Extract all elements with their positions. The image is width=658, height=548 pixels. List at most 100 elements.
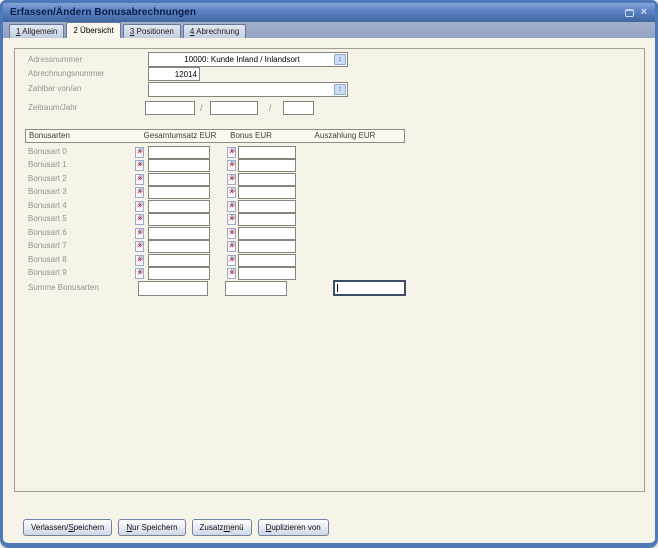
clear-bonus-icon[interactable]: ✕ xyxy=(227,268,236,279)
x-glyph: ✕ xyxy=(229,270,235,277)
summe-auszahlung-input-focused[interactable] xyxy=(333,280,406,296)
zeitraum-separator: / xyxy=(269,102,272,115)
x-glyph: ✕ xyxy=(229,216,235,223)
x-glyph: ✕ xyxy=(229,149,235,156)
x-glyph: ✕ xyxy=(229,203,235,210)
clear-bonus-icon[interactable]: ✕ xyxy=(227,147,236,158)
bonus-input[interactable] xyxy=(238,213,296,226)
clear-gesamtumsatz-icon[interactable]: ✕ xyxy=(135,147,144,158)
bonus-input[interactable] xyxy=(238,240,296,253)
bonusart-row-label: Bonusart 5 xyxy=(28,214,67,223)
abrechnungsnummer-input[interactable] xyxy=(148,67,200,81)
bonus-input[interactable] xyxy=(238,159,296,172)
clear-bonus-icon[interactable]: ✕ xyxy=(227,187,236,198)
clear-gesamtumsatz-icon[interactable]: ✕ xyxy=(135,268,144,279)
bonus-input[interactable] xyxy=(238,186,296,199)
summe-bonus-input[interactable] xyxy=(225,281,287,296)
gesamtumsatz-input[interactable] xyxy=(148,146,210,159)
summe-label: Summe Bonusarten xyxy=(28,283,99,292)
gesamtumsatz-input[interactable] xyxy=(148,200,210,213)
bonusart-row-label: Bonusart 7 xyxy=(28,241,67,250)
gesamtumsatz-input[interactable] xyxy=(148,159,210,172)
zahlbar-combobox[interactable]: ↕ xyxy=(148,82,348,97)
gesamtumsatz-input[interactable] xyxy=(148,227,210,240)
tab-allgemein[interactable]: 1 Allgemein xyxy=(9,24,64,38)
button-text: uplizieren von xyxy=(271,523,320,532)
gesamtumsatz-input[interactable] xyxy=(148,186,210,199)
text-cursor xyxy=(337,284,338,292)
gesamtumsatz-input[interactable] xyxy=(148,254,210,267)
clear-gesamtumsatz-icon[interactable]: ✕ xyxy=(135,228,144,239)
zeitraum-bis-input[interactable] xyxy=(210,101,258,115)
bonus-input[interactable] xyxy=(238,146,296,159)
clear-gesamtumsatz-icon[interactable]: ✕ xyxy=(135,214,144,225)
x-glyph: ✕ xyxy=(229,189,235,196)
clear-gesamtumsatz-icon[interactable]: ✕ xyxy=(135,255,144,266)
restore-icon[interactable] xyxy=(625,9,634,17)
tab-label: Abrechnung xyxy=(194,27,239,36)
x-glyph: ✕ xyxy=(137,270,143,277)
clear-gesamtumsatz-icon[interactable]: ✕ xyxy=(135,241,144,252)
tab-uebersicht[interactable]: 2 Übersicht xyxy=(66,22,120,38)
x-glyph: ✕ xyxy=(137,243,143,250)
zeitraum-jahr-input[interactable] xyxy=(283,101,314,115)
gesamtumsatz-input[interactable] xyxy=(148,267,210,280)
gesamtumsatz-input[interactable] xyxy=(148,240,210,253)
tab-label: Allgemein xyxy=(20,27,57,36)
tab-positionen[interactable]: 3 Positionen xyxy=(123,24,181,38)
clear-gesamtumsatz-icon[interactable]: ✕ xyxy=(135,201,144,212)
table-row: Bonusart 2 ✕ ✕ xyxy=(3,173,655,186)
adressnummer-combobox[interactable]: 10000: Kunde Inland / Inlandsort ↕ xyxy=(148,52,348,67)
duplizieren-von-button[interactable]: Duplizieren von xyxy=(258,519,329,536)
bonus-input[interactable] xyxy=(238,227,296,240)
clear-bonus-icon[interactable]: ✕ xyxy=(227,201,236,212)
clear-gesamtumsatz-icon[interactable]: ✕ xyxy=(135,174,144,185)
table-row: Bonusart 7 ✕ ✕ xyxy=(3,240,655,253)
x-glyph: ✕ xyxy=(229,230,235,237)
window-title: Erfassen/Ändern Bonusabrechnungen xyxy=(3,7,196,18)
bonusart-row-label: Bonusart 4 xyxy=(28,201,67,210)
clear-gesamtumsatz-icon[interactable]: ✕ xyxy=(135,187,144,198)
zeitraum-label: Zeitraum/Jahr xyxy=(28,101,77,115)
button-bar: Verlassen/Speichern Nur Speichern Zusatz… xyxy=(23,519,329,536)
bonusart-row-label: Bonusart 6 xyxy=(28,228,67,237)
dropdown-icon[interactable]: ↕ xyxy=(334,84,346,95)
clear-bonus-icon[interactable]: ✕ xyxy=(227,214,236,225)
table-row: Bonusart 0 ✕ ✕ xyxy=(3,146,655,159)
x-glyph: ✕ xyxy=(137,149,143,156)
bonusart-row-label: Bonusart 0 xyxy=(28,147,67,156)
bonusart-row-label: Bonusart 8 xyxy=(28,255,67,264)
adressnummer-value: 10000: Kunde Inland / Inlandsort xyxy=(151,53,333,66)
tab-bar: 1 Allgemein 2 Übersicht 3 Positionen 4 A… xyxy=(3,22,655,38)
bonusart-row-label: Bonusart 9 xyxy=(28,268,67,277)
gesamtumsatz-input[interactable] xyxy=(148,213,210,226)
clear-gesamtumsatz-icon[interactable]: ✕ xyxy=(135,160,144,171)
tab-abrechnung[interactable]: 4 Abrechnung xyxy=(183,24,246,38)
bonus-input[interactable] xyxy=(238,254,296,267)
zahlbar-value xyxy=(151,83,333,96)
zeitraum-von-input[interactable] xyxy=(145,101,195,115)
summe-gesamtumsatz-input[interactable] xyxy=(138,281,208,296)
zusatzmenu-button[interactable]: Zusatzmenü xyxy=(192,519,252,536)
dropdown-icon[interactable]: ↕ xyxy=(334,54,346,65)
table-row: Bonusart 8 ✕ ✕ xyxy=(3,254,655,267)
bonus-input[interactable] xyxy=(238,173,296,186)
x-glyph: ✕ xyxy=(137,162,143,169)
verlassen-speichern-button[interactable]: Verlassen/Speichern xyxy=(23,519,112,536)
tab-label: Positionen xyxy=(134,27,174,36)
button-text: peichern xyxy=(74,523,105,532)
table-row: Bonusart 4 ✕ ✕ xyxy=(3,200,655,213)
bonus-input[interactable] xyxy=(238,200,296,213)
clear-bonus-icon[interactable]: ✕ xyxy=(227,160,236,171)
close-icon[interactable]: × xyxy=(641,8,647,17)
clear-bonus-icon[interactable]: ✕ xyxy=(227,174,236,185)
bonusart-row-label: Bonusart 3 xyxy=(28,187,67,196)
bonus-input[interactable] xyxy=(238,267,296,280)
nur-speichern-button[interactable]: Nur Speichern xyxy=(118,519,185,536)
clear-bonus-icon[interactable]: ✕ xyxy=(227,241,236,252)
x-glyph: ✕ xyxy=(137,176,143,183)
gesamtumsatz-input[interactable] xyxy=(148,173,210,186)
clear-bonus-icon[interactable]: ✕ xyxy=(227,255,236,266)
titlebar[interactable]: Erfassen/Ändern Bonusabrechnungen × xyxy=(3,3,655,22)
clear-bonus-icon[interactable]: ✕ xyxy=(227,228,236,239)
